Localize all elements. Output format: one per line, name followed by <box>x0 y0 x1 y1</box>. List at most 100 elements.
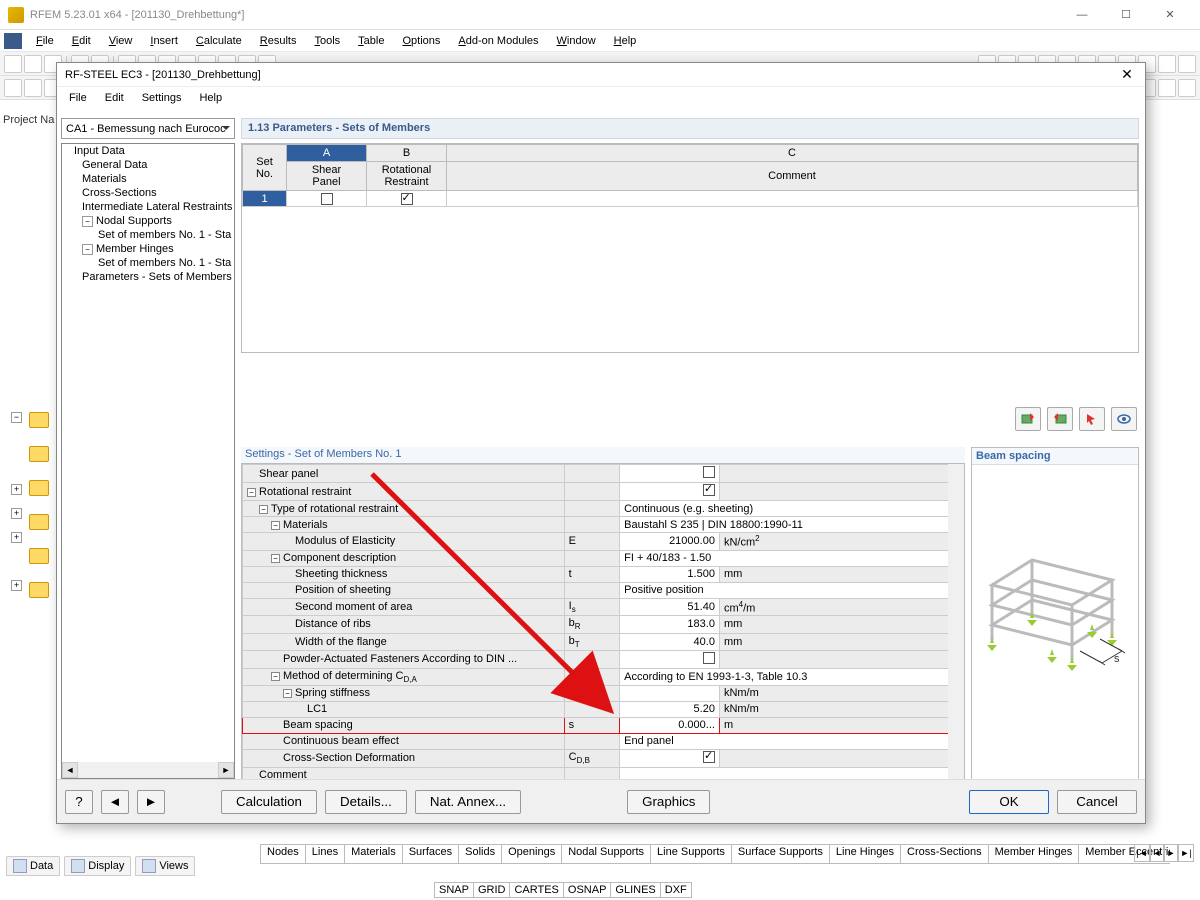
comment-cell[interactable] <box>447 191 1138 207</box>
tab-surface-supports[interactable]: Surface Supports <box>731 845 830 864</box>
status-osnap[interactable]: OSNAP <box>563 882 612 898</box>
tab-surfaces[interactable]: Surfaces <box>402 845 459 864</box>
tree-parameters-sets[interactable]: Parameters - Sets of Members <box>62 270 234 284</box>
table-row[interactable]: 1 <box>243 191 1138 207</box>
row-number[interactable]: 1 <box>243 191 287 207</box>
menu-options[interactable]: Options <box>394 33 448 49</box>
toolbar-icon[interactable] <box>24 79 42 97</box>
sheeting-thickness-value[interactable]: 1.500 <box>620 566 720 582</box>
tab-scroll-next-icon[interactable]: ► <box>1164 844 1178 862</box>
toolbar-icon[interactable] <box>1158 79 1176 97</box>
menu-table[interactable]: Table <box>350 33 392 49</box>
tree-member-hinges[interactable]: −Member Hinges <box>62 242 234 256</box>
width-flange-value[interactable]: 40.0 <box>620 633 720 650</box>
menu-view[interactable]: View <box>101 33 141 49</box>
tree-set-members-1b[interactable]: Set of members No. 1 - Sta <box>62 256 234 270</box>
tab-scroll-buttons[interactable]: |◄ ◄ ► ►| <box>1134 844 1194 862</box>
status-cartes[interactable]: CARTES <box>509 882 563 898</box>
tree-expander-icon[interactable]: + <box>11 484 22 495</box>
menu-results[interactable]: Results <box>252 33 305 49</box>
tree-expander-icon[interactable]: − <box>82 216 93 227</box>
method-cda-value[interactable]: According to EN 1993-1-3, Table 10.3 <box>620 668 964 685</box>
folder-icon[interactable] <box>29 548 49 564</box>
toolbar-icon[interactable] <box>1158 55 1176 73</box>
dialog-titlebar[interactable]: RF-STEEL EC3 - [201130_Drehbettung] ✕ <box>57 63 1145 87</box>
toolbar-icon[interactable] <box>4 79 22 97</box>
tree-expander-icon[interactable]: + <box>11 508 22 519</box>
tab-scroll-prev-icon[interactable]: ◄ <box>1150 844 1164 862</box>
tree-intermediate-lateral[interactable]: Intermediate Lateral Restraints <box>62 200 234 214</box>
tree-general-data[interactable]: General Data <box>62 158 234 172</box>
tab-nodal-supports[interactable]: Nodal Supports <box>561 845 651 864</box>
project-navigator-tree[interactable]: − + + + + <box>3 132 55 732</box>
tab-solids[interactable]: Solids <box>458 845 502 864</box>
maximize-button[interactable]: ☐ <box>1104 1 1148 29</box>
tree-expander-icon[interactable]: + <box>11 580 22 591</box>
cross-section-def-checkbox[interactable] <box>620 749 720 767</box>
tab-materials[interactable]: Materials <box>344 845 403 864</box>
col-b[interactable]: B <box>367 145 447 162</box>
tab-scroll-first-icon[interactable]: |◄ <box>1134 844 1150 862</box>
tree-expander-icon[interactable]: + <box>11 532 22 543</box>
tree-set-members-1a[interactable]: Set of members No. 1 - Sta <box>62 228 234 242</box>
continuous-beam-value[interactable]: End panel <box>620 733 964 749</box>
graphics-button[interactable]: Graphics <box>627 790 710 814</box>
position-sheeting-value[interactable]: Positive position <box>620 582 964 598</box>
view-button[interactable] <box>1111 407 1137 431</box>
component-desc-value[interactable]: FI + 40/183 - 1.50 <box>620 550 964 566</box>
distance-ribs-value[interactable]: 183.0 <box>620 616 720 633</box>
modulus-value[interactable]: 21000.00 <box>620 533 720 551</box>
dialog-menu-edit[interactable]: Edit <box>97 90 132 106</box>
calculation-button[interactable]: Calculation <box>221 790 317 814</box>
beam-spacing-value[interactable]: 0.000... <box>620 717 720 733</box>
status-grid[interactable]: GRID <box>473 882 511 898</box>
folder-icon[interactable] <box>29 514 49 530</box>
folder-icon[interactable] <box>29 412 49 428</box>
nav-tab-display[interactable]: Display <box>64 856 131 876</box>
sidebar-scrollbar[interactable]: ◄ ► <box>62 762 234 778</box>
next-button[interactable]: ► <box>137 790 165 814</box>
export-button[interactable] <box>1015 407 1041 431</box>
navigator-tabs[interactable]: Data Display Views <box>6 856 195 876</box>
settings-table[interactable]: Shear panel −Rotational restraint −Type … <box>241 463 965 785</box>
status-dxf[interactable]: DXF <box>660 882 692 898</box>
toolbar-icon[interactable] <box>1178 55 1196 73</box>
nav-tab-data[interactable]: Data <box>6 856 60 876</box>
dialog-menu-file[interactable]: File <box>61 90 95 106</box>
dialog-close-icon[interactable]: ✕ <box>1117 66 1137 83</box>
import-button[interactable] <box>1047 407 1073 431</box>
folder-icon[interactable] <box>29 582 49 598</box>
app-menu-icon[interactable] <box>4 33 22 49</box>
menu-calculate[interactable]: Calculate <box>188 33 250 49</box>
shear-panel-checkbox[interactable] <box>620 465 720 483</box>
pick-button[interactable] <box>1079 407 1105 431</box>
tab-member-hinges[interactable]: Member Hinges <box>988 845 1080 864</box>
cancel-button[interactable]: Cancel <box>1057 790 1137 814</box>
powder-fasteners-checkbox[interactable] <box>620 650 720 668</box>
input-data-tree[interactable]: Input Data General Data Materials Cross-… <box>61 143 235 779</box>
menu-tools[interactable]: Tools <box>306 33 348 49</box>
scroll-right-icon[interactable]: ► <box>218 762 234 778</box>
sets-of-members-table[interactable]: SetNo. A B C ShearPanel RotationalRestra… <box>241 143 1139 353</box>
tab-lines[interactable]: Lines <box>305 845 345 864</box>
dialog-menu-help[interactable]: Help <box>191 90 230 106</box>
menu-edit[interactable]: Edit <box>64 33 99 49</box>
menu-addons[interactable]: Add-on Modules <box>450 33 546 49</box>
tree-cross-sections[interactable]: Cross-Sections <box>62 186 234 200</box>
toolbar-icon[interactable] <box>4 55 22 73</box>
rotational-restraint-checkbox[interactable] <box>367 191 447 207</box>
menu-help[interactable]: Help <box>606 33 645 49</box>
tab-scroll-last-icon[interactable]: ►| <box>1178 844 1194 862</box>
prev-button[interactable]: ◄ <box>101 790 129 814</box>
tab-line-supports[interactable]: Line Supports <box>650 845 732 864</box>
tab-nodes[interactable]: Nodes <box>260 845 306 864</box>
second-moment-value[interactable]: 51.40 <box>620 598 720 616</box>
tab-openings[interactable]: Openings <box>501 845 562 864</box>
status-glines[interactable]: GLINES <box>610 882 660 898</box>
bottom-table-tabs[interactable]: Nodes Lines Materials Surfaces Solids Op… <box>260 844 1170 864</box>
toolbar-icon[interactable] <box>1178 79 1196 97</box>
dialog-menu-settings[interactable]: Settings <box>134 90 190 106</box>
details-button[interactable]: Details... <box>325 790 407 814</box>
design-case-dropdown[interactable]: CA1 - Bemessung nach Eurococ <box>61 118 235 139</box>
tree-expander-icon[interactable]: − <box>82 244 93 255</box>
